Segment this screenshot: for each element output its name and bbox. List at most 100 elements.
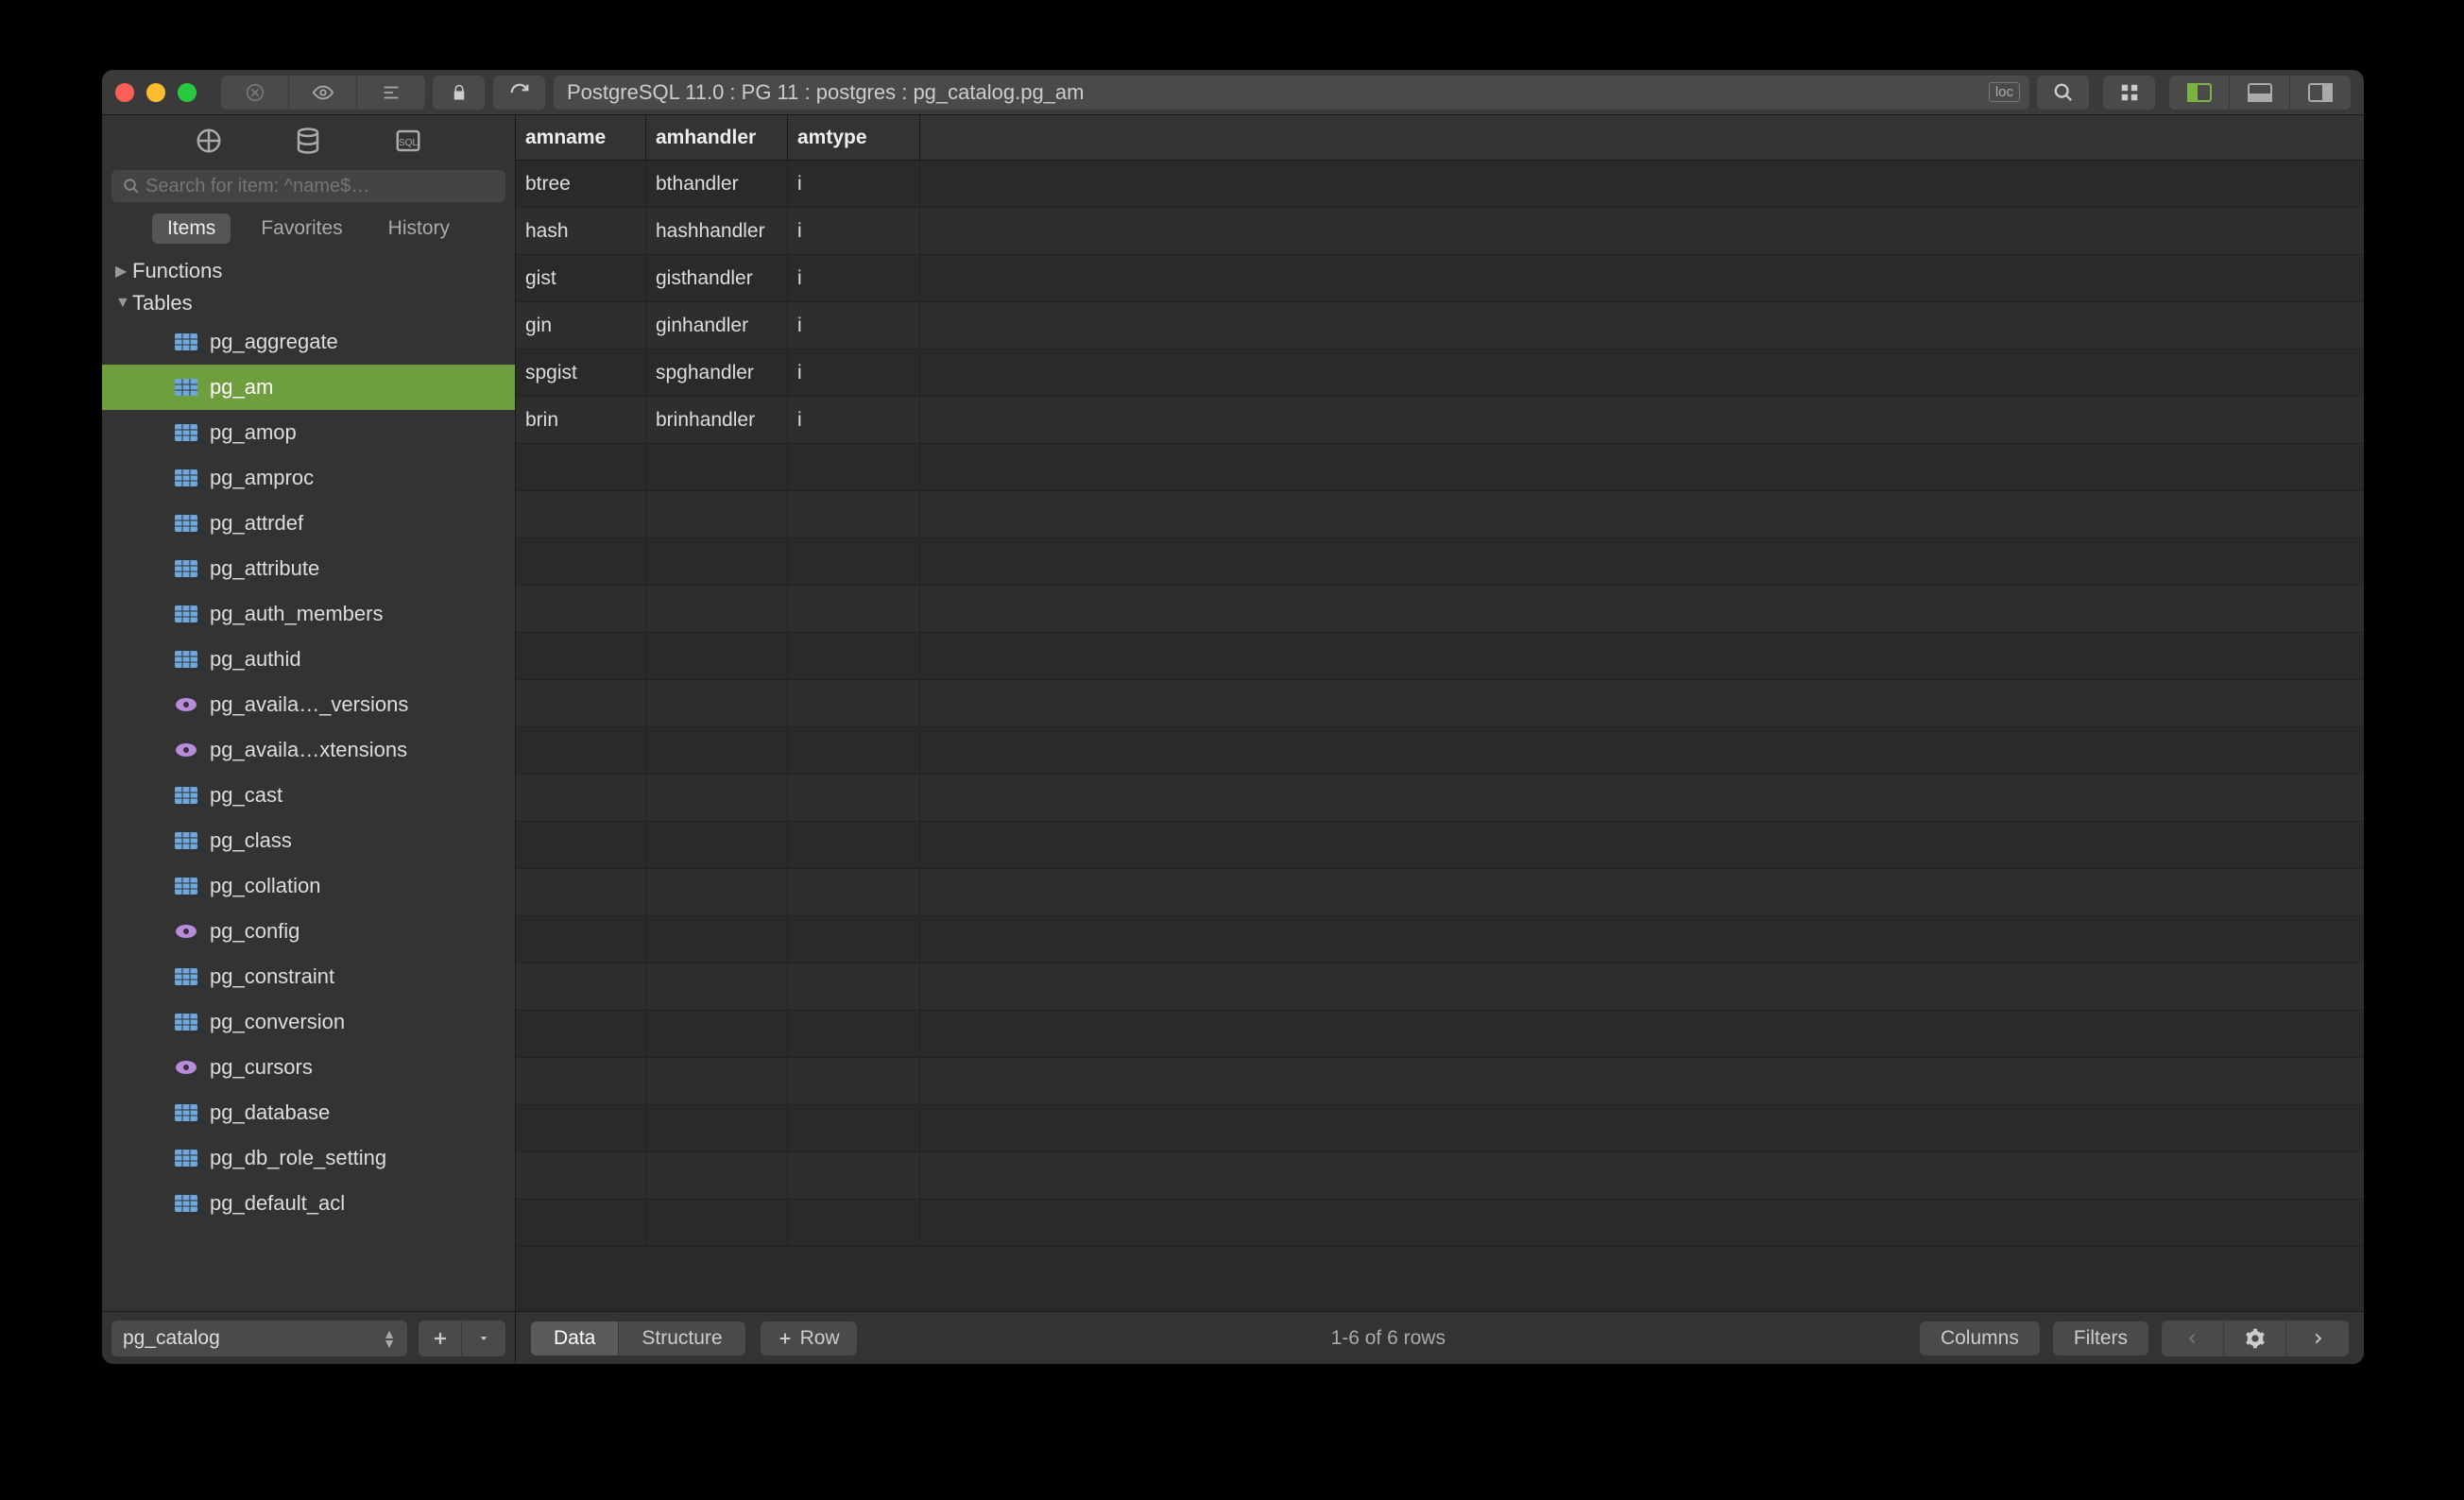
table-icon — [174, 1013, 198, 1031]
tree-item-pg_amproc[interactable]: pg_amproc — [102, 455, 515, 501]
minimize-button[interactable] — [146, 83, 165, 102]
section-tables[interactable]: ▼ Tables — [102, 287, 515, 319]
connection-icon[interactable] — [195, 127, 223, 155]
cancel-query-button[interactable] — [221, 76, 289, 110]
cell[interactable]: btree — [516, 161, 646, 207]
tree-item-pg_availa…_versions[interactable]: pg_availa…_versions — [102, 682, 515, 727]
tree-item-label: pg_auth_members — [210, 602, 383, 626]
search-button[interactable] — [2037, 76, 2090, 110]
sql-icon[interactable]: SQL — [394, 127, 422, 155]
tree-item-pg_aggregate[interactable]: pg_aggregate — [102, 319, 515, 365]
breadcrumb[interactable]: PostgreSQL 11.0 : PG 11 : postgres : pg_… — [554, 76, 2029, 110]
tree-item-pg_availa…xtensions[interactable]: pg_availa…xtensions — [102, 727, 515, 773]
tree-item-label: pg_availa…_versions — [210, 692, 408, 717]
tree-item-pg_db_role_setting[interactable]: pg_db_role_setting — [102, 1135, 515, 1181]
cell[interactable]: ginhandler — [646, 302, 788, 349]
cell — [788, 1200, 920, 1246]
filters-button[interactable]: Filters — [2053, 1321, 2148, 1355]
data-footer: Data Structure Row 1-6 of 6 rows Columns… — [516, 1311, 2364, 1364]
cell — [646, 491, 788, 537]
layout-bottom-button[interactable] — [2230, 76, 2290, 110]
add-button[interactable] — [419, 1321, 462, 1356]
cell[interactable]: hashhandler — [646, 208, 788, 254]
schema-select[interactable]: pg_catalog ▲▼ — [111, 1321, 407, 1356]
column-header[interactable]: amname — [516, 115, 646, 160]
tree-item-pg_am[interactable]: pg_am — [102, 365, 515, 410]
cell[interactable]: brinhandler — [646, 397, 788, 443]
cell[interactable]: i — [788, 161, 920, 207]
empty-row — [516, 1011, 2364, 1058]
cell — [646, 680, 788, 726]
cell[interactable]: gisthandler — [646, 255, 788, 301]
tree-item-label: pg_db_role_setting — [210, 1146, 386, 1170]
tree-item-pg_attrdef[interactable]: pg_attrdef — [102, 501, 515, 546]
format-button[interactable] — [357, 76, 425, 110]
cell[interactable]: gin — [516, 302, 646, 349]
layout-left-button[interactable] — [2169, 76, 2230, 110]
data-row[interactable]: hashhashhandleri — [516, 208, 2364, 255]
refresh-button[interactable] — [493, 76, 546, 110]
view-structure-button[interactable]: Structure — [619, 1321, 744, 1355]
cell — [646, 727, 788, 774]
empty-row — [516, 916, 2364, 963]
cell[interactable]: spgist — [516, 349, 646, 396]
empty-row — [516, 538, 2364, 586]
tree-item-pg_config[interactable]: pg_config — [102, 909, 515, 954]
cell[interactable]: gist — [516, 255, 646, 301]
layout-right-button[interactable] — [2290, 76, 2351, 110]
cell[interactable]: brin — [516, 397, 646, 443]
cell[interactable]: i — [788, 397, 920, 443]
cell[interactable]: i — [788, 255, 920, 301]
view-icon — [174, 741, 198, 759]
column-header[interactable]: amtype — [788, 115, 920, 160]
grid-view-button[interactable] — [2103, 76, 2156, 110]
tree-item-pg_authid[interactable]: pg_authid — [102, 637, 515, 682]
tree-item-pg_attribute[interactable]: pg_attribute — [102, 546, 515, 591]
column-header[interactable]: amhandler — [646, 115, 788, 160]
database-icon[interactable] — [294, 127, 322, 155]
data-row[interactable]: spgistspghandleri — [516, 349, 2364, 397]
tree-item-pg_collation[interactable]: pg_collation — [102, 863, 515, 909]
updown-icon: ▲▼ — [383, 1329, 396, 1348]
prev-page-button[interactable] — [2162, 1321, 2224, 1356]
data-row[interactable]: brinbrinhandleri — [516, 397, 2364, 444]
cell[interactable]: i — [788, 208, 920, 254]
tree-item-pg_cast[interactable]: pg_cast — [102, 773, 515, 818]
tree-item-pg_conversion[interactable]: pg_conversion — [102, 999, 515, 1045]
add-menu-button[interactable] — [462, 1321, 505, 1356]
cell[interactable]: i — [788, 302, 920, 349]
columns-button[interactable]: Columns — [1920, 1321, 2040, 1355]
data-row[interactable]: btreebthandleri — [516, 161, 2364, 208]
tree-item-pg_auth_members[interactable]: pg_auth_members — [102, 591, 515, 637]
cell[interactable]: hash — [516, 208, 646, 254]
tree-item-pg_amop[interactable]: pg_amop — [102, 410, 515, 455]
search-input[interactable] — [111, 170, 505, 202]
cell — [516, 586, 646, 632]
cell[interactable]: spghandler — [646, 349, 788, 396]
close-button[interactable] — [115, 83, 134, 102]
cell[interactable]: bthandler — [646, 161, 788, 207]
preview-button[interactable] — [289, 76, 357, 110]
add-row-button[interactable]: Row — [761, 1321, 857, 1355]
tree-item-label: pg_amproc — [210, 466, 314, 490]
page-settings-button[interactable] — [2224, 1321, 2286, 1356]
zoom-button[interactable] — [178, 83, 197, 102]
cell — [788, 1058, 920, 1104]
tab-favorites[interactable]: Favorites — [246, 213, 357, 244]
data-row[interactable]: ginginhandleri — [516, 302, 2364, 349]
tree-item-pg_cursors[interactable]: pg_cursors — [102, 1045, 515, 1090]
tree-item-pg_class[interactable]: pg_class — [102, 818, 515, 863]
tab-items[interactable]: Items — [152, 213, 231, 244]
view-data-button[interactable]: Data — [531, 1321, 619, 1355]
section-functions[interactable]: ▶ Functions — [102, 255, 515, 287]
tree-item-pg_default_acl[interactable]: pg_default_acl — [102, 1181, 515, 1226]
tree-item-pg_constraint[interactable]: pg_constraint — [102, 954, 515, 999]
tab-history[interactable]: History — [373, 213, 465, 244]
grid-header: amname amhandler amtype — [516, 115, 2364, 161]
next-page-button[interactable] — [2286, 1321, 2349, 1356]
tree-item-pg_database[interactable]: pg_database — [102, 1090, 515, 1135]
lock-button[interactable] — [433, 76, 486, 110]
empty-row — [516, 1152, 2364, 1200]
cell[interactable]: i — [788, 349, 920, 396]
data-row[interactable]: gistgisthandleri — [516, 255, 2364, 302]
